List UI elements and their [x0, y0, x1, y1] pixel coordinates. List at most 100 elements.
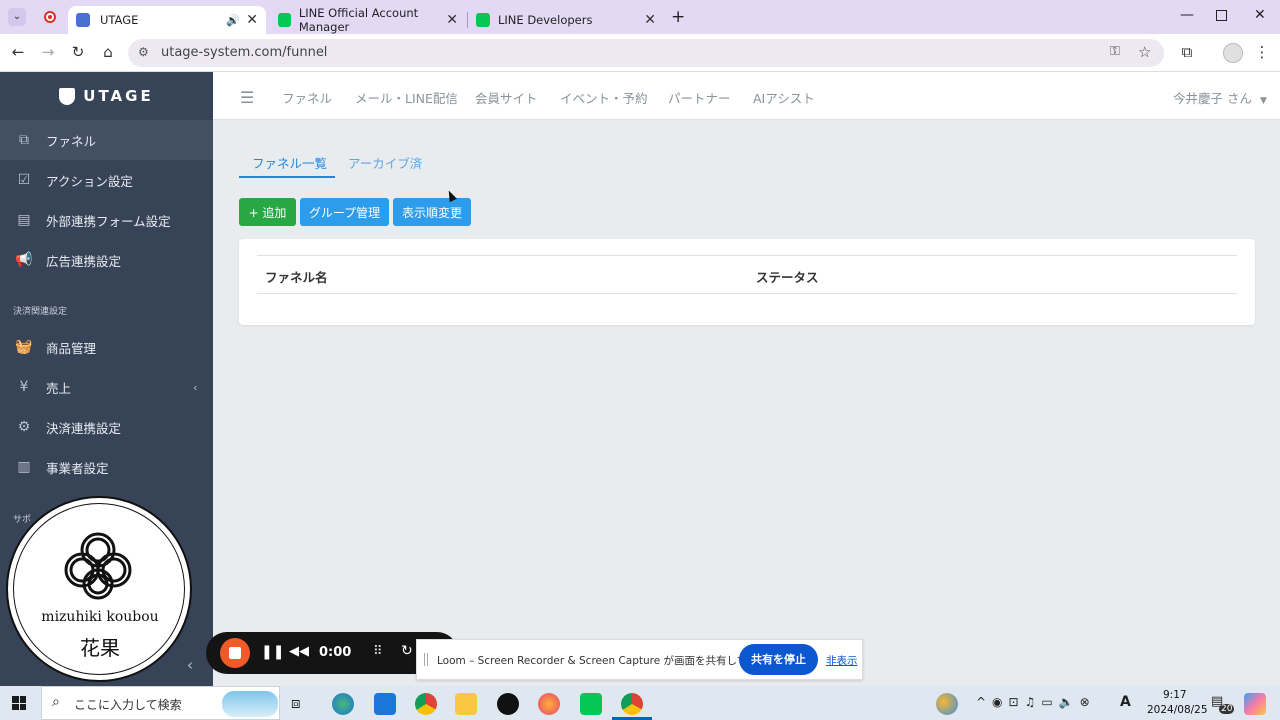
- weather-icon[interactable]: [936, 693, 958, 715]
- bookmark-star-icon[interactable]: ☆: [1138, 43, 1151, 61]
- nav-ai-assist[interactable]: AIアシスト: [753, 88, 815, 107]
- chrome-icon[interactable]: [415, 693, 437, 715]
- sidebar-item-label: 広告連携設定: [46, 253, 122, 269]
- sidebar-item-action[interactable]: ☑ アクション設定: [0, 160, 213, 200]
- table-top-border: [257, 255, 1237, 256]
- gear-icon: ⚙: [17, 419, 31, 435]
- tab-archived[interactable]: アーカイブ済: [348, 153, 422, 172]
- sidebar-item-external-form[interactable]: ▤ 外部連携フォーム設定: [0, 200, 213, 240]
- screen-share-notification: Loom – Screen Recorder & Screen Capture …: [416, 639, 863, 680]
- tab-funnel-list[interactable]: ファネル一覧: [252, 153, 327, 172]
- mail-icon[interactable]: [374, 693, 396, 715]
- sidebar-item-funnel[interactable]: ⧉ ファネル: [0, 120, 213, 160]
- address-bar[interactable]: ⚙ utage-system.com/funnel ⚿ ☆: [128, 39, 1164, 67]
- yen-icon: ¥: [19, 379, 29, 395]
- key-icon[interactable]: ⚿: [1110, 44, 1120, 59]
- building-icon: ▥: [17, 459, 31, 475]
- task-view-icon[interactable]: ⧈: [291, 694, 301, 712]
- sidebar-item-label: 事業者設定: [46, 460, 109, 476]
- pause-icon[interactable]: ❚❚: [261, 644, 284, 660]
- tab-search-chevron-icon[interactable]: ⌄: [8, 8, 26, 26]
- funnel-icon: ⧉: [19, 132, 29, 148]
- minimize-icon[interactable]: —: [1180, 7, 1194, 23]
- user-menu[interactable]: 今井慶子 さん ▼: [1173, 88, 1267, 107]
- tab-title: UTAGE: [100, 13, 139, 27]
- chrome-active-icon[interactable]: [621, 693, 643, 715]
- chevron-left-icon: ‹: [193, 380, 198, 394]
- add-button[interactable]: + 追加: [239, 198, 296, 226]
- utage-logo[interactable]: UTAGE: [0, 72, 213, 120]
- basket-icon: 🧺: [15, 339, 33, 355]
- nav-mail-line[interactable]: メール・LINE配信: [355, 88, 458, 107]
- reload-icon[interactable]: ↻: [68, 43, 88, 61]
- tab-utage[interactable]: UTAGE 🔊 ✕: [68, 6, 266, 34]
- system-tray-icons[interactable]: ^◉⊡♫▭🔈⊗: [976, 695, 1096, 709]
- reorder-button[interactable]: 表示順変更: [393, 198, 471, 226]
- nav-event[interactable]: イベント・予約: [560, 88, 648, 107]
- sidebar-item-label: 決済連携設定: [46, 420, 122, 436]
- collapse-sidebar-icon[interactable]: ‹: [187, 656, 193, 674]
- active-tab-underline: [239, 176, 335, 178]
- nav-member-site[interactable]: 会員サイト: [475, 88, 538, 107]
- drag-grip-icon[interactable]: [424, 653, 428, 666]
- extensions-icon[interactable]: ⧉: [1177, 43, 1197, 61]
- sidebar-item-products[interactable]: 🧺 商品管理: [0, 327, 213, 367]
- stop-recording-button[interactable]: [220, 638, 250, 668]
- edge-icon[interactable]: [332, 693, 354, 715]
- sidebar-item-ads[interactable]: 📢 広告連携設定: [0, 240, 213, 280]
- close-tab-icon[interactable]: ✕: [246, 12, 258, 28]
- ime-indicator-icon[interactable]: A: [1120, 694, 1131, 710]
- user-name: 今井慶子 さん: [1173, 91, 1252, 106]
- hamburger-menu-icon[interactable]: ☰: [240, 88, 254, 107]
- clock-date[interactable]: 2024/08/25: [1147, 704, 1208, 716]
- profile-avatar[interactable]: [1223, 43, 1243, 63]
- column-header-name[interactable]: ファネル名: [265, 267, 328, 286]
- windows-taskbar: ⌕ ここに入力して検索 ⧈ ^◉⊡♫▭🔈⊗ A 9:17 2024/08/25 …: [0, 686, 1280, 720]
- tab-line-oa[interactable]: LINE Official Account Manager ✕: [270, 6, 466, 34]
- file-explorer-icon[interactable]: [455, 693, 477, 715]
- firefox-icon[interactable]: [538, 693, 560, 715]
- close-tab-icon[interactable]: ✕: [644, 12, 656, 28]
- mizuhiki-knot-icon: [64, 532, 132, 600]
- tab-line-developers[interactable]: LINE Developers ✕: [468, 6, 664, 34]
- copilot-icon[interactable]: [1244, 693, 1266, 715]
- clock-time[interactable]: 9:17: [1163, 689, 1187, 701]
- browser-toolbar: ← → ↻ ⌂ ⚙ utage-system.com/funnel ⚿ ☆ ⧉ …: [0, 34, 1280, 72]
- column-header-status[interactable]: ステータス: [756, 267, 819, 286]
- nav-partner[interactable]: パートナー: [668, 88, 731, 107]
- sidebar-item-label: 商品管理: [46, 340, 97, 356]
- hide-link[interactable]: 非表示: [826, 653, 858, 668]
- new-tab-icon[interactable]: +: [671, 7, 685, 27]
- nav-funnel[interactable]: ファネル: [282, 88, 332, 107]
- sidebar-section-support: サポ: [13, 515, 32, 525]
- rewind-icon[interactable]: ◀◀: [289, 644, 309, 659]
- close-tab-icon[interactable]: ✕: [446, 12, 458, 28]
- restart-icon[interactable]: ↻: [401, 643, 413, 659]
- sidebar-item-sales[interactable]: ¥ 売上 ‹: [0, 367, 213, 407]
- restore-icon[interactable]: [1216, 10, 1227, 21]
- logo-shield-icon: [59, 87, 76, 105]
- search-icon: ⌕: [52, 694, 60, 710]
- notification-count: 20: [1219, 704, 1235, 714]
- site-info-icon[interactable]: ⚙: [138, 45, 149, 59]
- line-favicon: [278, 13, 291, 27]
- taskbar-search-box[interactable]: ⌕ ここに入力して検索: [41, 686, 280, 720]
- utage-favicon: [76, 13, 90, 27]
- tiktok-icon[interactable]: [497, 693, 519, 715]
- sidebar-item-payment-link[interactable]: ⚙ 決済連携設定: [0, 407, 213, 447]
- sidebar-item-business[interactable]: ▥ 事業者設定: [0, 447, 213, 487]
- close-window-icon[interactable]: ✕: [1254, 7, 1266, 23]
- megaphone-icon: 📢: [15, 252, 33, 268]
- browser-menu-icon[interactable]: ⋮: [1252, 43, 1272, 61]
- browser-tab-strip: ⌄ UTAGE 🔊 ✕ LINE Official Account Manage…: [0, 0, 1280, 34]
- drag-handle-icon[interactable]: ⠿: [373, 644, 383, 659]
- line-app-icon[interactable]: [580, 693, 602, 715]
- forward-icon[interactable]: →: [38, 43, 58, 61]
- line-dev-favicon: [476, 13, 490, 27]
- back-icon[interactable]: ←: [8, 43, 28, 61]
- home-icon[interactable]: ⌂: [98, 43, 118, 61]
- windows-start-icon[interactable]: [12, 696, 26, 710]
- url-text: utage-system.com/funnel: [161, 45, 328, 60]
- stop-sharing-button[interactable]: 共有を停止: [739, 644, 818, 675]
- group-manage-button[interactable]: グループ管理: [300, 198, 389, 226]
